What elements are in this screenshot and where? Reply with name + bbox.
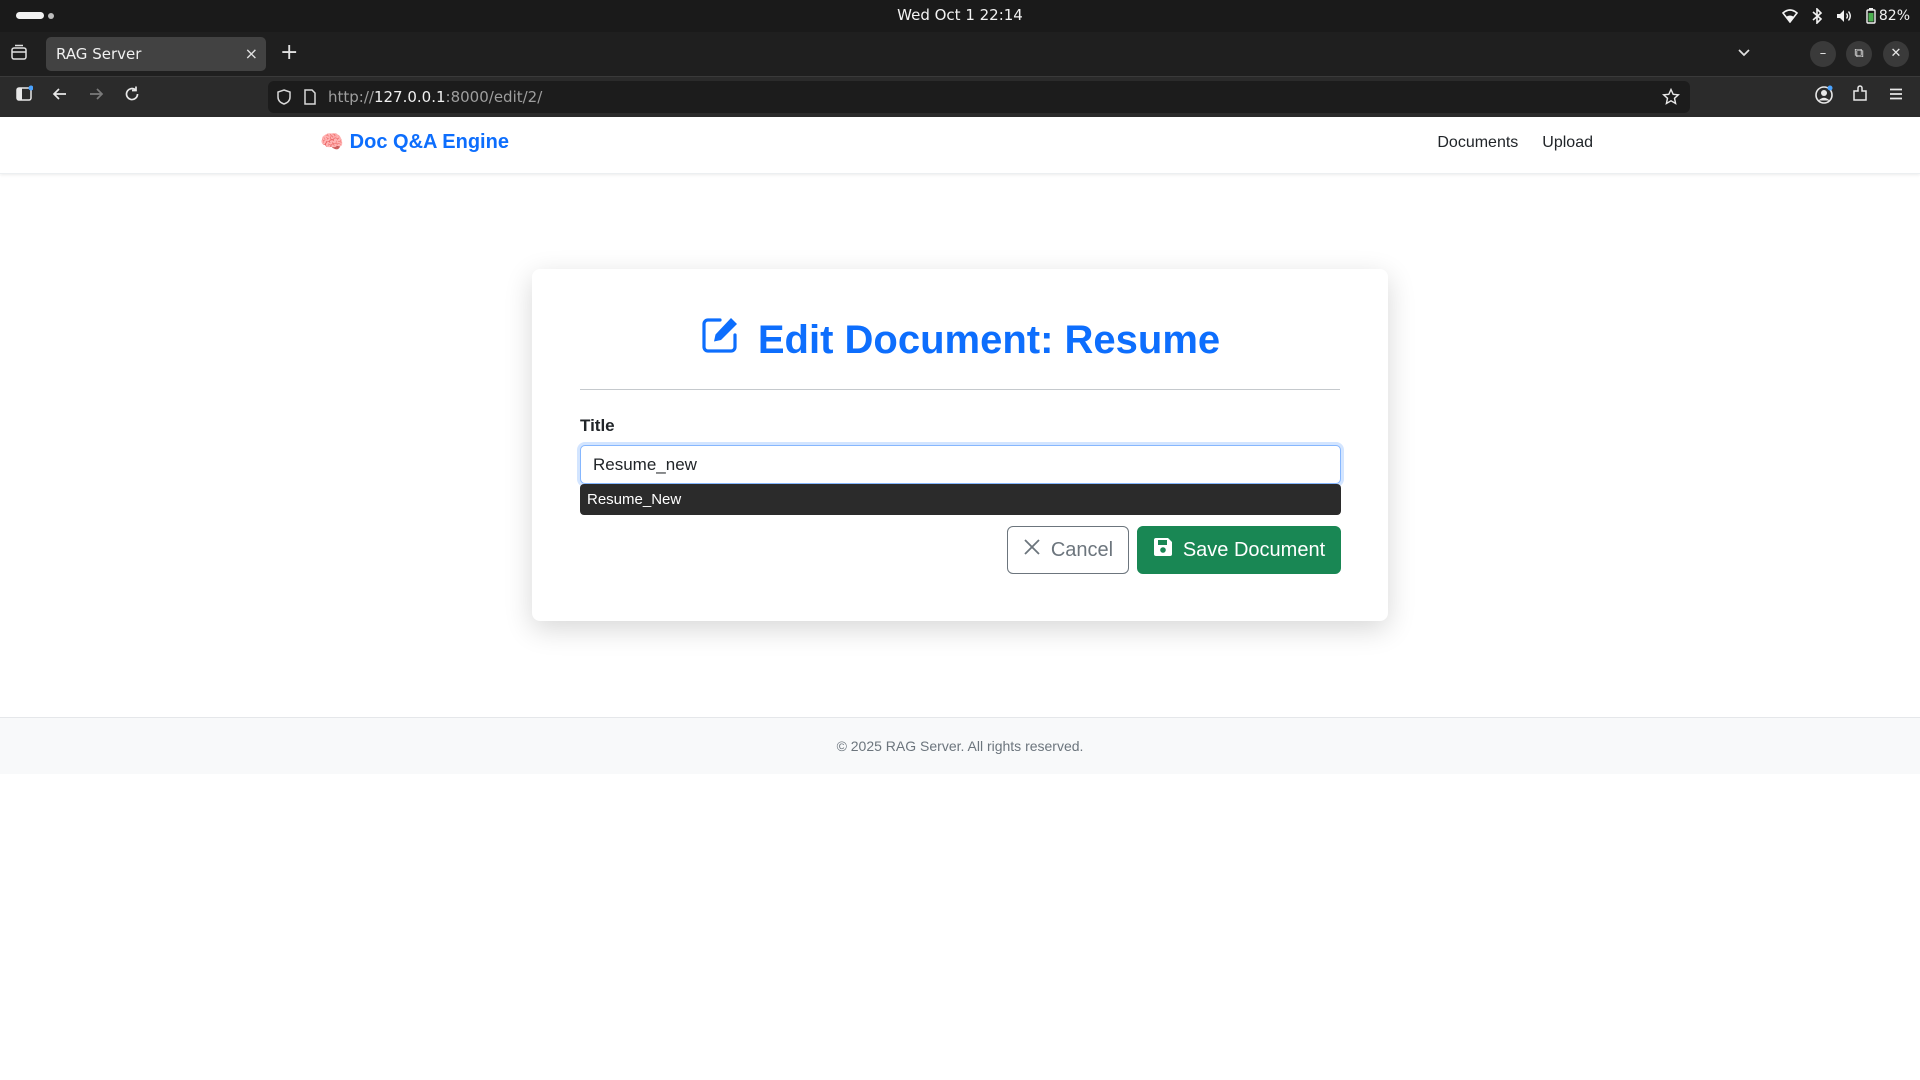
volume-icon bbox=[1836, 9, 1852, 23]
floppy-disk-icon bbox=[1153, 537, 1173, 563]
reload-icon[interactable] bbox=[120, 85, 144, 109]
close-icon bbox=[1023, 538, 1041, 562]
browser-toolbar: http://127.0.0.1:8000/edit/2/ bbox=[0, 76, 1920, 117]
tab-list-icon[interactable] bbox=[10, 44, 28, 66]
edit-icon bbox=[700, 315, 740, 365]
save-document-button[interactable]: Save Document bbox=[1137, 526, 1341, 574]
os-top-bar: Wed Oct 1 22:14 82% bbox=[0, 0, 1920, 32]
web-page: 🧠 Doc Q&A Engine Documents Upload Edit D… bbox=[0, 117, 1920, 1080]
wifi-icon bbox=[1781, 9, 1798, 23]
battery-indicator: 82% bbox=[1866, 8, 1910, 24]
page-icon[interactable] bbox=[303, 89, 317, 109]
sidebar-toggle-icon[interactable] bbox=[12, 85, 36, 109]
cancel-button-label: Cancel bbox=[1050, 538, 1114, 561]
minimize-button[interactable]: – bbox=[1810, 41, 1836, 67]
system-clock: Wed Oct 1 22:14 bbox=[897, 6, 1023, 24]
edit-document-card: Edit Document: Resume Title Resume_New C… bbox=[532, 269, 1388, 621]
site-footer: © 2025 RAG Server. All rights reserved. bbox=[0, 717, 1920, 774]
nav-link-documents[interactable]: Documents bbox=[1437, 134, 1518, 152]
tab-close-icon[interactable]: × bbox=[245, 37, 258, 71]
extensions-icon[interactable] bbox=[1848, 85, 1872, 109]
title-divider bbox=[580, 389, 1340, 390]
url-prefix: http:// bbox=[328, 88, 374, 106]
back-icon[interactable] bbox=[48, 85, 72, 109]
activities-indicator[interactable] bbox=[16, 12, 54, 19]
page-title: Edit Document: Resume bbox=[532, 315, 1388, 365]
url-path: :8000/edit/2/ bbox=[445, 88, 543, 106]
browser-tab-strip: RAG Server × + – ⧉ ✕ bbox=[0, 32, 1920, 76]
battery-icon bbox=[1866, 8, 1876, 24]
system-tray[interactable]: 82% bbox=[1781, 0, 1910, 32]
bluetooth-icon bbox=[1812, 8, 1822, 24]
workspace-dot bbox=[48, 12, 54, 19]
menu-icon[interactable] bbox=[1884, 85, 1908, 109]
page-title-text: Edit Document: Resume bbox=[757, 317, 1221, 362]
brain-icon: 🧠 bbox=[320, 132, 344, 153]
address-bar[interactable]: http://127.0.0.1:8000/edit/2/ bbox=[268, 81, 1690, 113]
nav-link-upload[interactable]: Upload bbox=[1542, 134, 1593, 152]
close-window-button[interactable]: ✕ bbox=[1883, 41, 1909, 67]
battery-percent: 82% bbox=[1878, 8, 1910, 24]
title-label: Title bbox=[580, 416, 615, 435]
brand-link[interactable]: 🧠 Doc Q&A Engine bbox=[320, 130, 509, 154]
restore-button[interactable]: ⧉ bbox=[1846, 41, 1872, 67]
url-host: 127.0.0.1 bbox=[373, 88, 446, 106]
title-input[interactable] bbox=[580, 445, 1341, 484]
url-text[interactable]: http://127.0.0.1:8000/edit/2/ bbox=[328, 81, 542, 113]
chevron-down-icon[interactable] bbox=[1736, 44, 1752, 64]
bookmark-star-icon[interactable] bbox=[1661, 87, 1681, 110]
tab-rag-server[interactable]: RAG Server × bbox=[46, 37, 266, 71]
autocomplete-suggestion[interactable]: Resume_New bbox=[580, 484, 1341, 515]
workspace-pill bbox=[16, 12, 44, 19]
site-navbar: 🧠 Doc Q&A Engine Documents Upload bbox=[0, 117, 1920, 174]
account-icon[interactable] bbox=[1812, 85, 1836, 109]
nav-links: Documents Upload bbox=[1437, 134, 1593, 152]
new-tab-button[interactable]: + bbox=[280, 40, 298, 66]
forward-icon[interactable] bbox=[84, 85, 108, 109]
save-button-label: Save Document bbox=[1182, 538, 1326, 561]
tab-title: RAG Server bbox=[56, 45, 142, 63]
shield-icon[interactable] bbox=[276, 89, 292, 109]
brand-name: Doc Q&A Engine bbox=[349, 130, 509, 153]
cancel-button[interactable]: Cancel bbox=[1007, 526, 1129, 574]
